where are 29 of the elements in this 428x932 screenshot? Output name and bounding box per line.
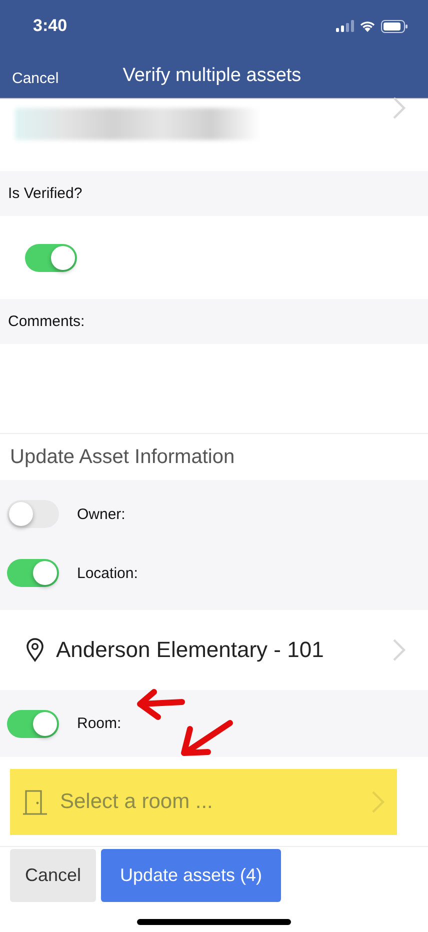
status-time: 3:40 — [33, 16, 68, 36]
cancel-link[interactable]: Cancel — [12, 64, 59, 87]
location-value: Anderson Elementary - 101 — [56, 637, 325, 663]
field-label: Is Verified? — [8, 185, 82, 202]
cancel-button[interactable]: Cancel — [10, 849, 96, 902]
toggle-label: Room: — [77, 715, 122, 732]
toggle-switch[interactable] — [7, 710, 59, 738]
annotation-arrow-drawing — [136, 688, 186, 722]
wifi-icon — [359, 20, 376, 32]
room-select-field[interactable]: Select a room ... — [10, 768, 397, 834]
section-title: Update Asset Information — [10, 446, 235, 468]
toggle-switch[interactable] — [7, 559, 59, 587]
signal-icon — [336, 20, 354, 32]
door-icon — [22, 788, 48, 814]
toggle-switch[interactable] — [25, 244, 77, 272]
toggle-label: Owner: — [77, 506, 126, 522]
toggle-label: Location: — [77, 564, 138, 582]
room-input[interactable]: Select a room ... — [58, 788, 361, 814]
annotation-arrow-drawing — [178, 717, 236, 757]
location-row[interactable]: Anderson Elementary - 101 — [0, 610, 428, 690]
update-button[interactable]: Update assets (4) — [101, 849, 281, 902]
chevron-icon — [392, 638, 406, 662]
map-pin-icon — [26, 638, 44, 662]
screen-title: Verify multiple assets — [122, 64, 302, 86]
chevron-icon — [371, 790, 385, 814]
field-label: Comments: — [8, 313, 85, 330]
chevron-icon — [392, 96, 406, 120]
toggle-switch[interactable] — [7, 500, 59, 528]
battery-icon — [381, 20, 408, 32]
